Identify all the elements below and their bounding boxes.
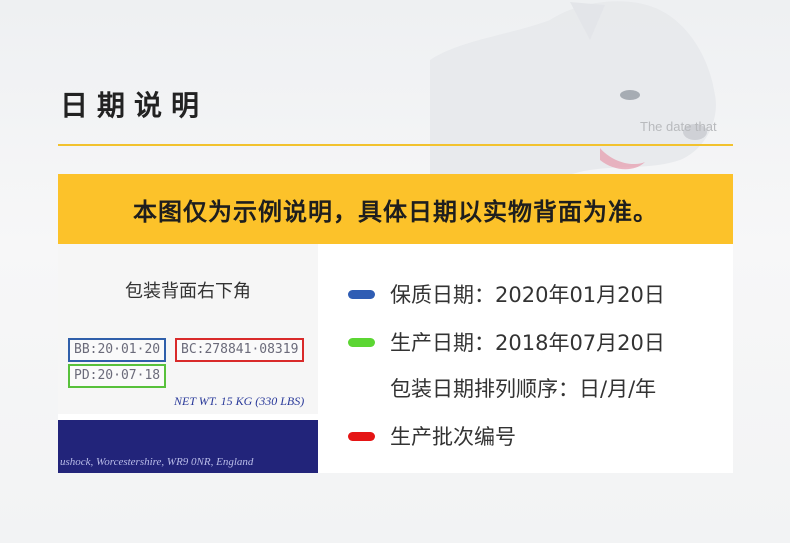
legend-label: 生产日期：2018年07月20日 xyxy=(390,331,665,355)
legend-item-best-before: 保质日期：2020年01月20日 xyxy=(348,279,665,309)
title-divider xyxy=(58,144,733,146)
production-date-stamp: PD:20·07·18 xyxy=(68,364,167,388)
best-before-stamp: BB:20·01·20 xyxy=(68,338,167,362)
green-marker-icon xyxy=(348,337,375,347)
red-marker-icon xyxy=(348,431,375,441)
package-blue-band: ushock, Worcestershire, WR9 0NR, England xyxy=(58,420,318,473)
notice-banner: 本图仅为示例说明，具体日期以实物背面为准。 xyxy=(58,174,733,244)
page-title: 日期说明 xyxy=(60,89,209,122)
blue-marker-icon xyxy=(348,289,375,299)
page-subtitle: The date that xyxy=(640,119,717,134)
legend-item-batch: 生产批次编号 xyxy=(348,421,516,451)
batch-code-stamp: BC:278841·08319 xyxy=(175,338,305,362)
date-legend-panel: 保质日期：2020年01月20日 生产日期：2018年07月20日 包装日期排列… xyxy=(318,244,733,473)
photo-caption: 包装背面右下角 xyxy=(125,281,251,302)
legend-label: 保质日期：2020年01月20日 xyxy=(390,283,665,307)
legend-item-date-order: 包装日期排列顺序：日/月/年 xyxy=(348,373,656,403)
notice-banner-text: 本图仅为示例说明，具体日期以实物背面为准。 xyxy=(133,197,658,226)
net-weight-text: NET WT. 15 KG (330 LBS) xyxy=(174,394,305,408)
legend-label: 生产批次编号 xyxy=(390,425,516,449)
legend-label: 包装日期排列顺序：日/月/年 xyxy=(390,377,657,401)
package-address-text: ushock, Worcestershire, WR9 0NR, England xyxy=(60,456,254,468)
package-photo: 包装背面右下角 BB:20·01·20 BC:278841·08319 PD:2… xyxy=(58,244,318,473)
legend-item-production: 生产日期：2018年07月20日 xyxy=(348,327,665,357)
